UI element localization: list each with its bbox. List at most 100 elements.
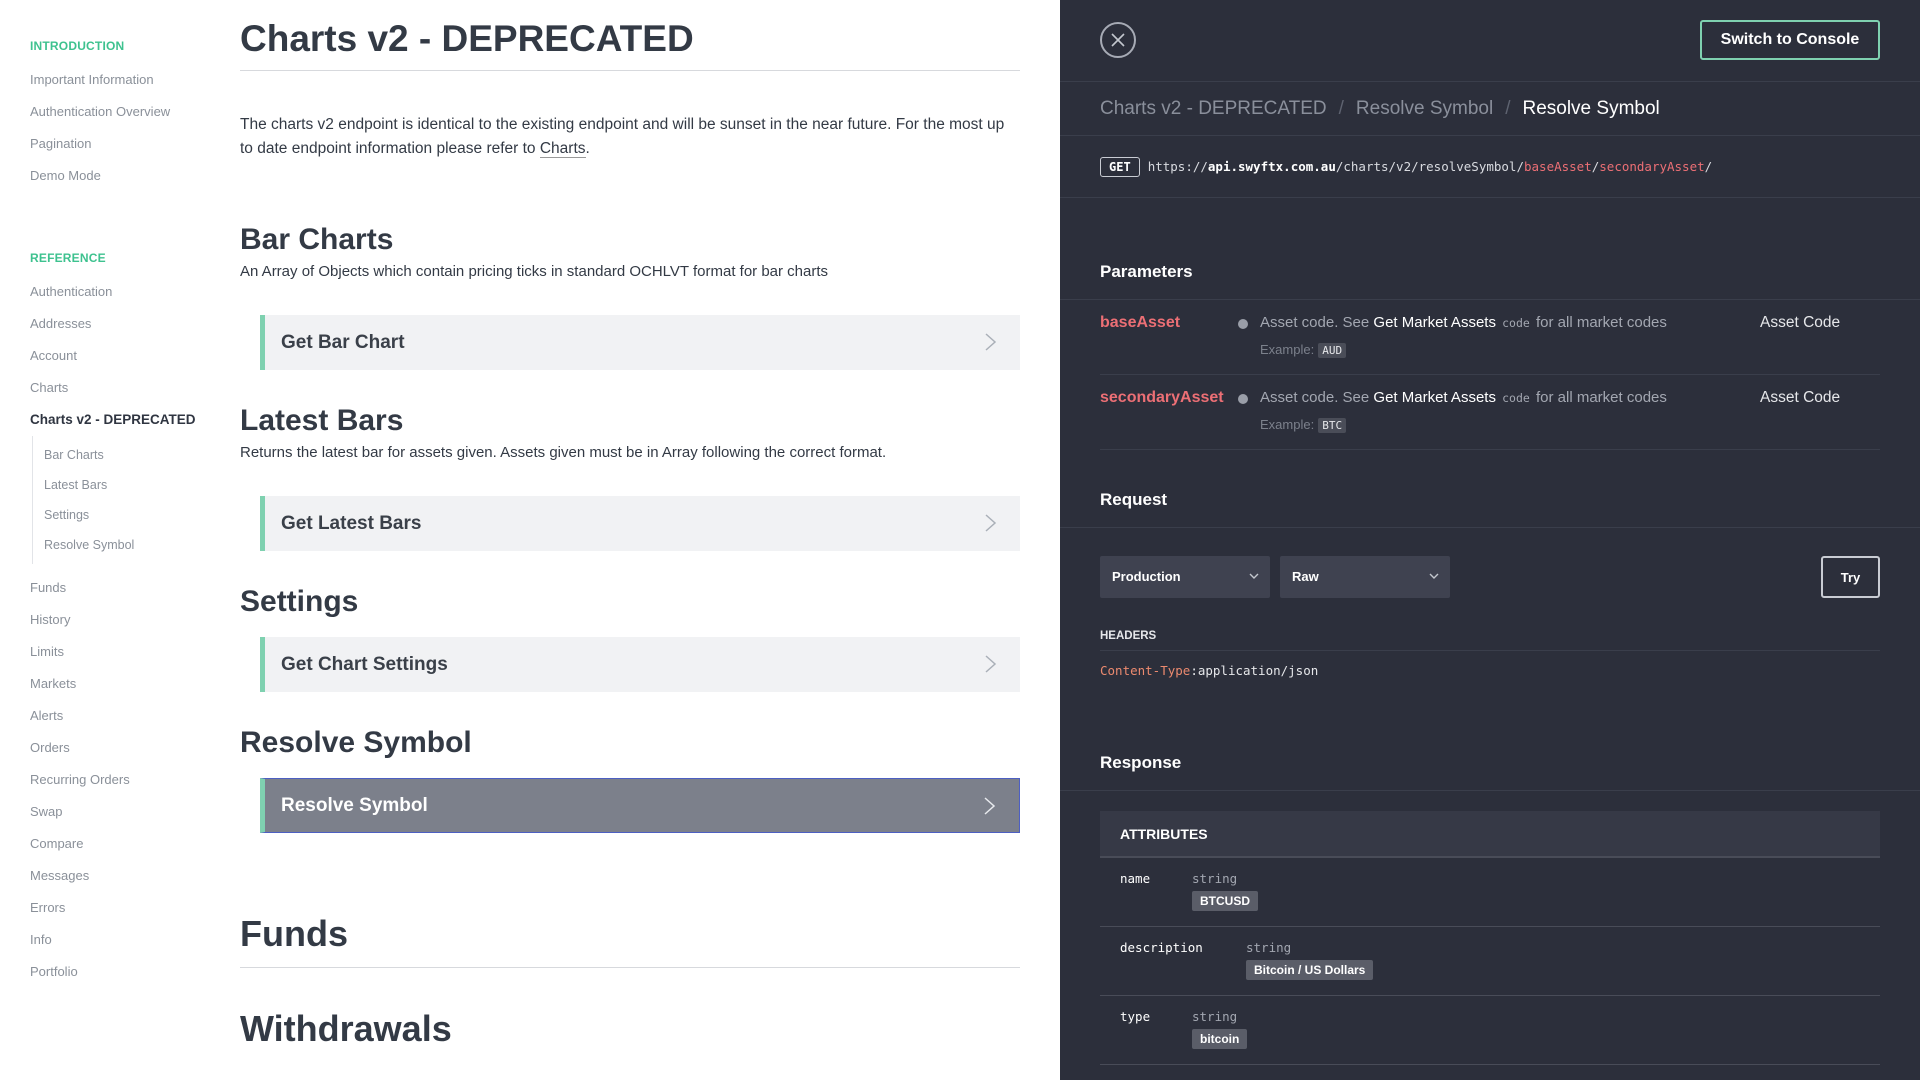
parameter-row: secondaryAsset Asset code. See Get Marke… (1100, 375, 1880, 450)
attribute-name: type (1120, 1009, 1151, 1024)
header-separator: : (1190, 663, 1198, 678)
sidebar-item-orders[interactable]: Orders (0, 732, 210, 764)
required-dot-icon (1238, 319, 1248, 329)
endpoint-get-chart-settings[interactable]: Get Chart Settings (260, 637, 1020, 692)
sidebar-item-info[interactable]: Info (0, 924, 210, 956)
sidebar-item-portfolio[interactable]: Portfolio (0, 956, 210, 988)
sidebar-subitem-settings[interactable]: Settings (33, 500, 210, 530)
attribute-row: type string bitcoin (1100, 996, 1880, 1065)
sidebar-subitem-latest-bars[interactable]: Latest Bars (33, 470, 210, 500)
sidebar-subitem-resolve-symbol[interactable]: Resolve Symbol (33, 530, 210, 560)
sidebar-item-errors[interactable]: Errors (0, 892, 210, 924)
parameter-desc-text: for all market codes (1531, 389, 1667, 406)
header-value: application/json (1197, 663, 1319, 678)
panel-header: Switch to Console (1060, 0, 1920, 82)
attribute-example-badge: Bitcoin / US Dollars (1246, 960, 1374, 980)
chevron-right-icon (985, 514, 997, 532)
request-heading: Request (1060, 472, 1920, 528)
parameters-heading: Parameters (1060, 244, 1920, 300)
breadcrumb-item[interactable]: Resolve Symbol (1356, 98, 1493, 120)
request-header: Content-Type:application/json (1100, 663, 1920, 678)
section-title-bar-charts: Bar Charts (240, 223, 394, 256)
url-path: /charts/v2/resolveSymbol/ (1335, 159, 1524, 174)
endpoint-get-latest-bars[interactable]: Get Latest Bars (260, 496, 1020, 551)
sidebar-item-markets[interactable]: Markets (0, 668, 210, 700)
switch-to-console-button[interactable]: Switch to Console (1700, 20, 1880, 60)
sidebar-item-account[interactable]: Account (0, 340, 210, 372)
inline-code: code (1502, 391, 1530, 405)
example-label: Example: (1260, 417, 1315, 432)
url-separator: / (1591, 159, 1600, 174)
url-end: / (1704, 159, 1713, 174)
sidebar-item-demo-mode[interactable]: Demo Mode (0, 160, 210, 192)
endpoint-label: Get Bar Chart (281, 331, 405, 353)
environment-select-value: Production (1112, 569, 1181, 584)
attribute-example-badge: bitcoin (1192, 1029, 1248, 1049)
endpoint-label: Get Chart Settings (281, 653, 448, 675)
format-select[interactable]: Raw (1280, 556, 1450, 598)
breadcrumb-item[interactable]: Charts v2 - DEPRECATED (1100, 98, 1327, 120)
sidebar-item-charts-v2[interactable]: Charts v2 - DEPRECATED (0, 404, 210, 436)
main-content: Charts v2 - DEPRECATED The charts v2 end… (240, 0, 1020, 1080)
example-value: BTC (1318, 418, 1347, 433)
parameter-name: secondaryAsset (1100, 389, 1224, 406)
sidebar-item-authentication-overview[interactable]: Authentication Overview (0, 96, 210, 128)
get-market-assets-link[interactable]: Get Market Assets (1373, 314, 1496, 331)
endpoint-get-bar-chart[interactable]: Get Bar Chart (260, 315, 1020, 370)
sidebar-item-messages[interactable]: Messages (0, 860, 210, 892)
chevron-right-icon (985, 333, 997, 351)
sidebar-item-addresses[interactable]: Addresses (0, 308, 210, 340)
close-button[interactable] (1100, 22, 1136, 58)
section-title-withdrawals: Withdrawals (240, 1008, 452, 1049)
sidebar-item-swap[interactable]: Swap (0, 796, 210, 828)
request-controls: Production Raw Try (1100, 528, 1880, 630)
url-param-secondary-asset: secondaryAsset (1599, 159, 1705, 174)
sidebar-item-limits[interactable]: Limits (0, 636, 210, 668)
sidebar-item-alerts[interactable]: Alerts (0, 700, 210, 732)
headers-label: HEADERS (1100, 630, 1880, 651)
sidebar-item-compare[interactable]: Compare (0, 828, 210, 860)
sidebar-item-history[interactable]: History (0, 604, 210, 636)
endpoint-detail-panel: Switch to Console Charts v2 - DEPRECATED… (1060, 0, 1920, 1080)
try-button[interactable]: Try (1821, 556, 1880, 598)
environment-select[interactable]: Production (1100, 556, 1270, 598)
attribute-type: string (1246, 940, 1292, 955)
parameter-row: baseAsset Asset code. See Get Market Ass… (1100, 300, 1880, 375)
parameter-name: baseAsset (1100, 314, 1181, 331)
sidebar-item-authentication[interactable]: Authentication (0, 276, 210, 308)
sidebar-item-important-information[interactable]: Important Information (0, 64, 210, 96)
required-dot-icon (1238, 394, 1248, 404)
charts-link[interactable]: Charts (539, 140, 586, 158)
attribute-name: description (1120, 940, 1203, 955)
parameter-desc-text: Asset code. See (1260, 314, 1374, 331)
breadcrumb-separator: / (1505, 97, 1511, 119)
response-heading: Response (1060, 735, 1920, 791)
sidebar-item-charts[interactable]: Charts (0, 372, 210, 404)
section-title-funds: Funds (240, 913, 1020, 968)
inline-code: code (1502, 316, 1530, 330)
example-value: AUD (1318, 343, 1347, 358)
sidebar-subitem-bar-charts[interactable]: Bar Charts (33, 440, 210, 470)
attribute-row: description string Bitcoin / US Dollars (1100, 927, 1880, 996)
sidebar-item-pagination[interactable]: Pagination (0, 128, 210, 160)
page-title: Charts v2 - DEPRECATED (240, 18, 1020, 71)
http-method-badge: GET (1100, 156, 1140, 177)
header-key: Content-Type (1100, 663, 1191, 678)
sidebar-item-funds[interactable]: Funds (0, 572, 210, 604)
response-attributes: ATTRIBUTES name string BTCUSD descriptio… (1100, 811, 1880, 1065)
parameter-type: Asset Code (1760, 314, 1841, 331)
attribute-type: string (1192, 1009, 1238, 1024)
url-host: api.swyftx.com.au (1207, 159, 1336, 174)
breadcrumb-current: Resolve Symbol (1522, 97, 1660, 119)
chevron-right-icon (984, 797, 996, 815)
get-market-assets-link[interactable]: Get Market Assets (1373, 389, 1496, 406)
endpoint-resolve-symbol[interactable]: Resolve Symbol (260, 778, 1020, 833)
url-scheme: https:// (1147, 159, 1208, 174)
sidebar-subnav: Bar Charts Latest Bars Settings Resolve … (32, 436, 210, 564)
section-title-resolve-symbol: Resolve Symbol (240, 726, 472, 759)
intro-end: . (585, 140, 590, 157)
parameter-desc-text: Asset code. See (1260, 389, 1374, 406)
sidebar-item-recurring-orders[interactable]: Recurring Orders (0, 764, 210, 796)
parameter-description: Asset code. See Get Market Assets code f… (1260, 389, 1667, 406)
section-title-settings: Settings (240, 585, 359, 618)
